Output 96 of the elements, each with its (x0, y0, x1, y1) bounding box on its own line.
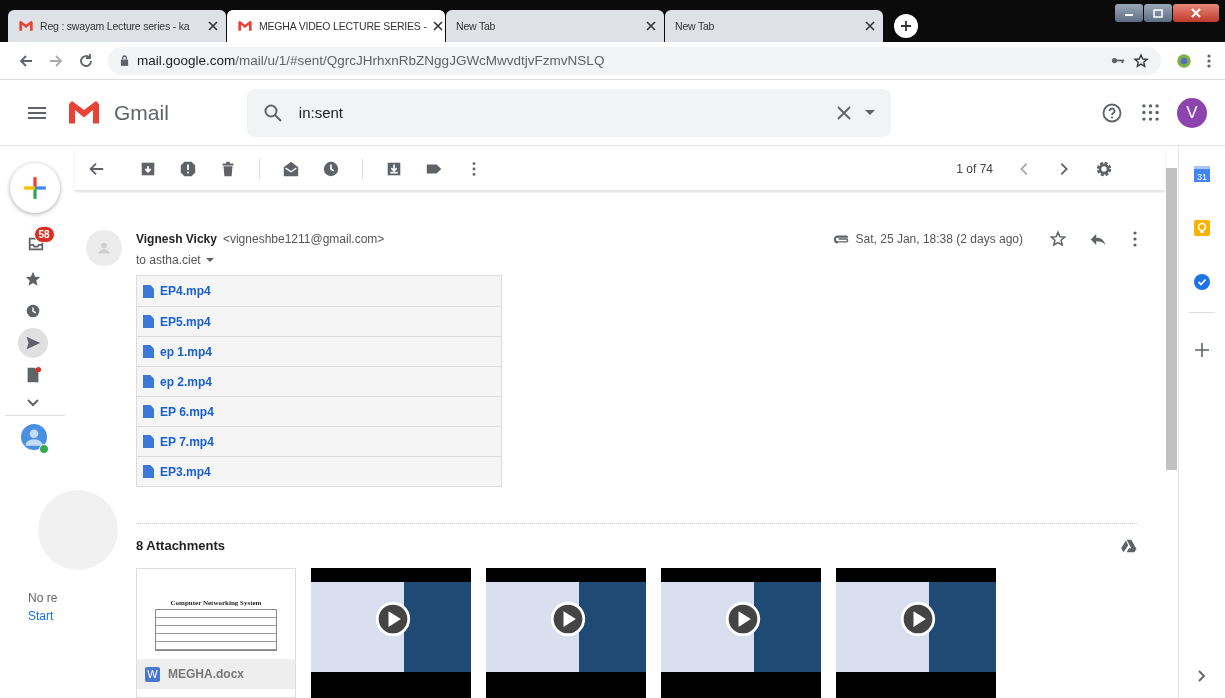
play-icon[interactable] (550, 601, 586, 637)
search-field[interactable]: in:sent (296, 103, 823, 122)
file-link[interactable]: ep 1.mp4 (160, 344, 213, 359)
address-bar[interactable]: mail.google.com/mail/u/1/#sent/QgrcJHrhxnRbZNggJGWcMwvdtjvFzmvNSLQ (108, 46, 1161, 75)
report-spam-icon[interactable] (179, 159, 197, 178)
video-attachment[interactable] (311, 568, 471, 698)
scrollbar-thumb[interactable] (1166, 168, 1177, 470)
star-icon (23, 270, 42, 288)
reload-icon[interactable] (78, 52, 94, 69)
person-icon (96, 240, 112, 256)
paperclip-icon (832, 234, 850, 244)
gmail-logo-icon (237, 18, 253, 34)
gmail-logo-text: Gmail (114, 100, 169, 125)
video-attachment[interactable] (486, 568, 646, 698)
caret-icon[interactable] (205, 258, 214, 262)
more-vertical-icon[interactable] (1133, 231, 1137, 247)
word-file-icon: W (145, 666, 160, 682)
search-bar[interactable]: in:sent (246, 88, 891, 137)
tab-title: MEGHA VIDEO LECTURE SERIES - (259, 20, 427, 32)
file-link[interactable]: EP 6.mp4 (160, 404, 214, 419)
url-text: mail.google.com/mail/u/1/#sent/QgrcJHrhxnRbZNggJGWcMwvdtjvFzmvNSLQ (137, 53, 605, 68)
file-icon (143, 284, 154, 298)
account-avatar[interactable]: V (1177, 97, 1207, 128)
play-icon[interactable] (375, 601, 411, 637)
sender-name: Vignesh Vicky (136, 232, 217, 246)
lock-icon (120, 55, 129, 66)
gmail-logo-icon (18, 18, 34, 34)
apps-grid-icon[interactable] (1142, 104, 1159, 121)
mark-unread-icon[interactable] (282, 159, 300, 178)
file-link[interactable]: ep 2.mp4 (160, 374, 213, 389)
file-icon (143, 315, 154, 328)
close-icon[interactable] (646, 21, 656, 31)
tab-title: Reg : swayam Lecture series - ka (40, 20, 191, 32)
nav-item[interactable] (17, 328, 48, 358)
plus-icon[interactable] (1195, 343, 1209, 357)
tab-title: New Tab (456, 20, 497, 32)
recipient-text: to astha.ciet (136, 253, 201, 267)
drive-icon[interactable] (1121, 538, 1137, 553)
caret-icon[interactable] (864, 110, 875, 115)
attachment-name: MEGHA.docx (168, 667, 244, 681)
browser-tab[interactable]: New Tab (665, 10, 883, 42)
sender-email: <vigneshbe1211@gmail.com> (222, 232, 385, 246)
close-icon[interactable] (865, 21, 875, 31)
settings-icon[interactable] (1095, 159, 1113, 178)
file-icon (143, 405, 154, 418)
menu-icon[interactable] (28, 106, 46, 119)
browser-tab[interactable]: Reg : swayam Lecture series - ka (8, 10, 226, 42)
file-link[interactable]: EP4.mp4 (160, 284, 211, 298)
key-icon[interactable] (1111, 56, 1125, 65)
play-icon[interactable] (725, 601, 761, 637)
calendar-icon[interactable]: 31 (1194, 166, 1210, 182)
video-attachment[interactable] (836, 568, 996, 698)
hangouts-avatar[interactable] (20, 424, 47, 454)
maximize-icon (1153, 8, 1163, 18)
back-arrow-icon[interactable] (18, 52, 34, 69)
close-icon[interactable] (432, 21, 443, 31)
play-icon[interactable] (900, 601, 936, 637)
maximize-button[interactable] (1144, 4, 1172, 22)
star-outline-icon[interactable] (1133, 52, 1149, 69)
star-outline-icon[interactable] (1049, 230, 1067, 248)
file-link[interactable]: EP 7.mp4 (160, 434, 214, 449)
start-chat-link[interactable]: Start (28, 609, 54, 623)
tab-title: New Tab (675, 20, 716, 32)
message-date: Sat, 25 Jan, 18:38 (2 days ago) (855, 232, 1023, 246)
browser-tab[interactable]: New Tab (446, 10, 664, 42)
file-icon (143, 345, 154, 358)
nav-item[interactable]: 58 (15, 226, 56, 262)
person-icon (20, 424, 47, 450)
new-tab-button[interactable] (894, 14, 918, 38)
attachments-heading: 8 Attachments (136, 538, 227, 553)
file-link[interactable]: EP5.mp4 (160, 314, 211, 329)
more-vertical-icon[interactable] (1207, 52, 1211, 69)
unread-count-badge: 58 (33, 226, 55, 243)
video-attachment[interactable] (661, 568, 821, 698)
help-icon[interactable] (1102, 102, 1122, 123)
plus-icon (21, 175, 48, 201)
compose-button[interactable] (9, 163, 60, 213)
file-icon (143, 375, 154, 388)
search-icon[interactable] (262, 102, 283, 123)
file-icon (143, 435, 154, 448)
close-icon[interactable] (208, 21, 218, 31)
close-window-button[interactable] (1173, 4, 1219, 22)
plus-icon (900, 20, 912, 32)
chevron-right-icon[interactable] (1198, 670, 1206, 682)
close-icon (1191, 8, 1201, 18)
clear-search-icon[interactable] (836, 105, 851, 120)
minimize-button[interactable] (1115, 4, 1143, 22)
check-circle-icon[interactable] (1194, 274, 1210, 290)
file-link[interactable]: EP3.mp4 (160, 464, 211, 479)
file-icon (143, 465, 154, 478)
browser-tab[interactable]: MEGHA VIDEO LECTURE SERIES - (227, 10, 445, 42)
hangouts-empty-text: No re (28, 591, 58, 605)
expand-chevron-icon[interactable] (26, 399, 39, 407)
pagination-text: 1 of 74 (956, 161, 993, 176)
clock-icon[interactable] (322, 159, 340, 178)
extension-icon[interactable] (1175, 51, 1193, 70)
